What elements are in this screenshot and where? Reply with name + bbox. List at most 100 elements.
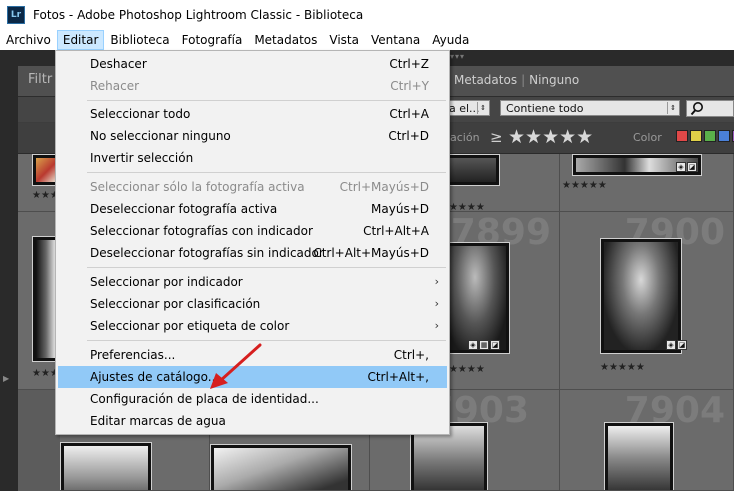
menu-item-deshacer[interactable]: Deshacer Ctrl+Z	[58, 53, 447, 75]
menu-ayuda[interactable]: Ayuda	[426, 30, 475, 50]
photo-badges: ◈ ◪	[666, 340, 687, 350]
rating-stars-filter[interactable]: ★★★★★	[508, 126, 593, 148]
attribute-label: ación	[450, 131, 480, 144]
menu-separator	[87, 267, 446, 268]
menu-item-editar-marcas-de-agua[interactable]: Editar marcas de agua	[58, 410, 447, 432]
edit-menu-dropdown: Deshacer Ctrl+Z Rehacer Ctrl+Y Seleccionar…	[55, 50, 450, 435]
color-swatch-blue[interactable]	[718, 130, 730, 142]
color-swatch-green[interactable]	[704, 130, 716, 142]
menu-item-seleccionar-por-etiqueta-color[interactable]: Seleccionar por etiqueta de color ›	[58, 315, 447, 337]
menu-separator	[87, 172, 446, 173]
menu-item-seleccionar-todo[interactable]: Seleccionar todo Ctrl+A	[58, 103, 447, 125]
photo-badges: ◈ ◪	[676, 162, 697, 172]
filter-tab-separator: |	[521, 73, 526, 87]
submenu-chevron-icon: ›	[434, 275, 439, 288]
left-panel-toggle-icon[interactable]: ▶	[3, 374, 9, 383]
submenu-chevron-icon: ›	[434, 319, 439, 332]
menu-item-seleccionar-con-indicador[interactable]: Seleccionar fotografías con indicador Ctr…	[58, 220, 447, 242]
menu-item-label: Rehacer	[90, 79, 140, 93]
color-swatch-yellow[interactable]	[690, 130, 702, 142]
menu-item-shortcut: Mayús+D	[371, 202, 429, 216]
grid-cell[interactable]: ★★★★★	[18, 154, 60, 212]
rating-stars: ★★★★★	[450, 364, 485, 375]
menu-metadatos[interactable]: Metadatos	[248, 30, 323, 50]
menu-item-shortcut: Ctrl+Mayús+D	[339, 180, 429, 194]
grid-cell[interactable]: ★★★★★	[18, 212, 60, 390]
window-title: Fotos - Adobe Photoshop Lightroom Classi…	[33, 8, 364, 22]
grid-cell[interactable]: ◈ ◪ ★★★★★	[560, 154, 734, 212]
menu-item-shortcut: Ctrl+Alt+A	[363, 224, 429, 238]
menu-item-label: Editar marcas de agua	[90, 414, 226, 428]
photo-thumbnail[interactable]	[210, 444, 352, 490]
menu-item-invertir-seleccion[interactable]: Invertir selección	[58, 147, 447, 169]
photo-thumbnail[interactable]	[600, 238, 682, 354]
photo-thumbnail[interactable]	[60, 442, 152, 490]
title-bar: Lr Fotos - Adobe Photoshop Lightroom Cla…	[0, 0, 734, 30]
filter-tab-ninguno[interactable]: Ninguno	[529, 73, 579, 87]
rating-stars: ★★★★★	[562, 180, 607, 191]
menu-ventana[interactable]: Ventana	[365, 30, 426, 50]
menu-item-label: Deseleccionar fotografías sin indicador	[90, 246, 324, 260]
menu-editar[interactable]: Editar	[56, 30, 105, 50]
rule-select-value: Contiene todo	[506, 102, 584, 115]
search-input[interactable]	[686, 100, 734, 117]
menu-item-label: Seleccionar todo	[90, 107, 191, 121]
menu-item-label: Seleccionar por clasificación	[90, 297, 261, 311]
search-icon	[690, 102, 703, 116]
keyword-badge-icon[interactable]: ◈	[676, 162, 686, 172]
color-swatch-red[interactable]	[676, 130, 688, 142]
color-label: Color	[633, 131, 662, 144]
crop-badge-icon[interactable]: ▦	[479, 340, 489, 350]
menu-item-no-seleccionar-ninguno[interactable]: No seleccionar ninguno Ctrl+D	[58, 125, 447, 147]
menu-item-shortcut: Ctrl+Alt+Mayús+D	[313, 246, 429, 260]
menu-item-label: Deseleccionar fotografía activa	[90, 202, 278, 216]
photo-thumbnail[interactable]	[450, 154, 500, 186]
keyword-badge-icon[interactable]: ◈	[666, 340, 676, 350]
menu-item-label: Seleccionar sólo la fotografía activa	[90, 180, 305, 194]
menu-item-label: Seleccionar fotografías con indicador	[90, 224, 313, 238]
updown-arrows-icon: ⇕	[477, 102, 488, 114]
keyword-badge-icon[interactable]: ◈	[468, 340, 478, 350]
edited-badge-icon[interactable]: ◪	[490, 340, 500, 350]
grid-cell[interactable]: 7900 ◈ ◪ ★★★★★	[560, 212, 734, 390]
menu-item-seleccionar-por-clasificacion[interactable]: Seleccionar por clasificación ›	[58, 293, 447, 315]
rule-select[interactable]: Contiene todo ⇕	[500, 100, 680, 116]
edited-badge-icon[interactable]: ◪	[687, 162, 697, 172]
menu-biblioteca[interactable]: Biblioteca	[104, 30, 175, 50]
grid-cell[interactable]: 7899 ◈▦◪ ★★★★★	[450, 212, 560, 390]
menu-fotografia[interactable]: Fotografía	[176, 30, 249, 50]
grid-cell[interactable]: ★★★★★	[450, 154, 560, 212]
panel-collapse-handle[interactable]: ▾▾▾	[450, 52, 465, 61]
menu-item-label: Seleccionar por etiqueta de color	[90, 319, 290, 333]
submenu-chevron-icon: ›	[434, 297, 439, 310]
menu-archivo[interactable]: Archivo	[0, 30, 57, 50]
menu-item-shortcut: Ctrl+D	[388, 129, 429, 143]
filter-tab-metadatos[interactable]: Metadatos	[454, 73, 517, 87]
menu-item-rehacer: Rehacer Ctrl+Y	[58, 75, 447, 97]
menu-item-shortcut: Ctrl+Z	[389, 57, 429, 71]
menu-item-label: Seleccionar por indicador	[90, 275, 243, 289]
grid-cell[interactable]: 7904	[560, 390, 734, 491]
menu-item-label: No seleccionar ninguno	[90, 129, 231, 143]
menu-item-shortcut: Ctrl+Y	[390, 79, 429, 93]
lightroom-app-icon: Lr	[7, 6, 25, 24]
menu-item-label: Deshacer	[90, 57, 147, 71]
menu-item-seleccionar-solo-activa: Seleccionar sólo la fotografía activa Ctr…	[58, 176, 447, 198]
menu-item-deseleccionar-activa[interactable]: Deseleccionar fotografía activa Mayús+D	[58, 198, 447, 220]
photo-thumbnail[interactable]	[450, 242, 510, 354]
menu-item-seleccionar-por-indicador[interactable]: Seleccionar por indicador ›	[58, 271, 447, 293]
updown-arrows-icon: ⇕	[667, 102, 678, 114]
photo-thumbnail[interactable]	[604, 422, 674, 490]
filter-tabs: Metadatos | Ninguno	[454, 73, 579, 87]
menu-item-label: Preferencias...	[90, 348, 176, 362]
menu-item-shortcut: Ctrl+,	[393, 348, 429, 362]
edited-badge-icon[interactable]: ◪	[677, 340, 687, 350]
library-filter-label: Filtr	[28, 72, 53, 87]
menu-vista[interactable]: Vista	[323, 30, 365, 50]
rating-stars: ★★★★★	[600, 362, 645, 373]
annotation-arrow-icon	[210, 343, 262, 389]
text-field-select-value: a el...	[449, 102, 480, 115]
rating-operator[interactable]: ≥	[490, 128, 503, 146]
rating-stars: ★★★★★	[450, 202, 485, 212]
menu-item-deseleccionar-sin-indicador[interactable]: Deseleccionar fotografías sin indicador C…	[58, 242, 447, 264]
